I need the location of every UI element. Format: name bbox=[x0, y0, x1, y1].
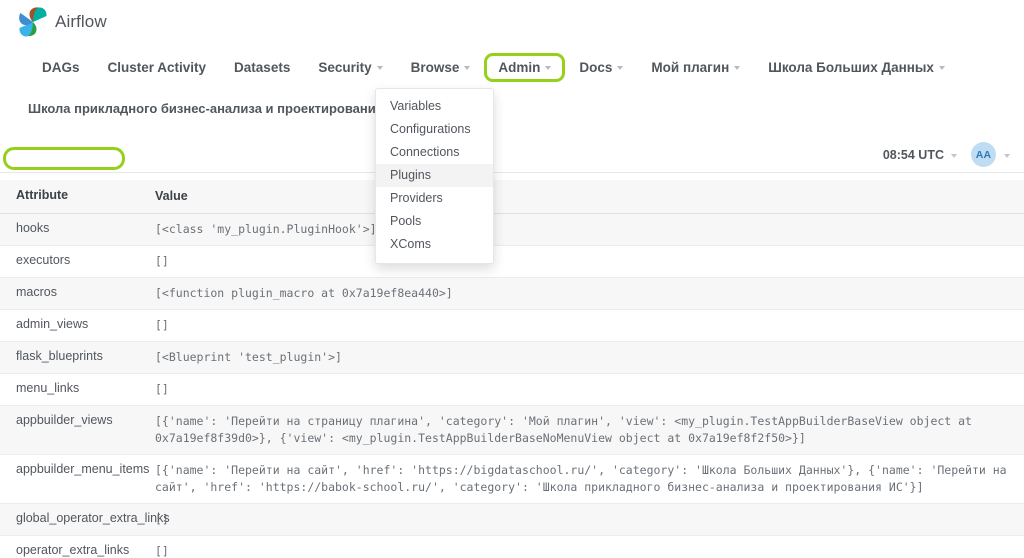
chevron-down-icon bbox=[734, 66, 740, 70]
clock-label: 08:54 UTC bbox=[883, 148, 944, 162]
cell-attribute: menu_links bbox=[0, 374, 155, 403]
dropdown-item-label: XComs bbox=[390, 237, 431, 251]
table-row: macros [<function plugin_macro at 0x7a19… bbox=[0, 278, 1024, 310]
admin-dropdown-menu: Variables Configurations Connections Plu… bbox=[375, 88, 494, 264]
cell-attribute: executors bbox=[0, 246, 155, 275]
airflow-pinwheel-icon bbox=[18, 6, 48, 38]
cell-attribute: hooks bbox=[0, 214, 155, 243]
dropdown-item-label: Connections bbox=[390, 145, 460, 159]
cell-value: [<function plugin_macro at 0x7a19ef8ea44… bbox=[155, 278, 1024, 309]
dropdown-item-providers[interactable]: Providers bbox=[376, 187, 493, 210]
column-header-attribute: Attribute bbox=[0, 180, 155, 211]
cell-attribute: appbuilder_menu_items bbox=[0, 455, 155, 484]
chevron-down-icon bbox=[1004, 154, 1010, 158]
dropdown-item-configurations[interactable]: Configurations bbox=[376, 118, 493, 141]
cell-attribute: macros bbox=[0, 278, 155, 307]
nav-item-label: Admin bbox=[498, 60, 540, 75]
table-row: executors [] bbox=[0, 246, 1024, 278]
nav-item-my-plugin[interactable]: Мой плагин bbox=[637, 53, 754, 82]
table-row: admin_views [] bbox=[0, 310, 1024, 342]
cell-attribute: operator_extra_links bbox=[0, 536, 155, 558]
table-row: appbuilder_views [{'name': 'Перейти на с… bbox=[0, 406, 1024, 455]
chevron-down-icon bbox=[545, 66, 551, 70]
plugins-table: Attribute Value hooks [<class 'my_plugin… bbox=[0, 180, 1024, 558]
cell-attribute: appbuilder_views bbox=[0, 406, 155, 435]
page-root: Airflow DAGs Cluster Activity Datasets S… bbox=[0, 0, 1024, 558]
dropdown-item-label: Providers bbox=[390, 191, 443, 205]
dropdown-item-pools[interactable]: Pools bbox=[376, 210, 493, 233]
user-menu[interactable]: AA bbox=[971, 142, 1010, 167]
column-header-value: Value bbox=[155, 180, 1024, 213]
table-row: global_operator_extra_links [] bbox=[0, 504, 1024, 536]
table-header-row: Attribute Value bbox=[0, 180, 1024, 214]
sub-header-title: Школа прикладного бизнес-анализа и проек… bbox=[28, 101, 406, 116]
dropdown-item-label: Plugins bbox=[390, 168, 431, 182]
chevron-down-icon bbox=[464, 66, 470, 70]
table-row: appbuilder_menu_items [{'name': 'Перейти… bbox=[0, 455, 1024, 504]
nav-item-label: Datasets bbox=[234, 60, 290, 75]
nav-item-dags[interactable]: DAGs bbox=[28, 53, 94, 82]
cell-value: [] bbox=[155, 504, 1024, 535]
table-row: operator_extra_links [] bbox=[0, 536, 1024, 558]
cell-value: [] bbox=[155, 310, 1024, 341]
avatar: AA bbox=[971, 142, 996, 167]
cell-value: [<class 'my_plugin.PluginHook'>] bbox=[155, 214, 1024, 245]
table-row: hooks [<class 'my_plugin.PluginHook'>] bbox=[0, 214, 1024, 246]
header-divider bbox=[0, 172, 1024, 173]
utility-bar: 08:54 UTC AA bbox=[883, 142, 1010, 167]
cell-attribute: flask_blueprints bbox=[0, 342, 155, 371]
chevron-down-icon bbox=[617, 66, 623, 70]
logo-bar: Airflow bbox=[0, 0, 1024, 46]
nav-item-label: Docs bbox=[579, 60, 612, 75]
cell-value: [{'name': 'Перейти на страницу плагина',… bbox=[155, 406, 1024, 454]
table-row: menu_links [] bbox=[0, 374, 1024, 406]
nav-items: DAGs Cluster Activity Datasets Security … bbox=[28, 48, 959, 86]
nav-item-label: DAGs bbox=[42, 60, 80, 75]
nav-item-label: Мой плагин bbox=[651, 60, 729, 75]
cell-value: [<Blueprint 'test_plugin'>] bbox=[155, 342, 1024, 373]
plugins-highlight-ring bbox=[3, 147, 125, 170]
timezone-selector[interactable]: 08:54 UTC bbox=[883, 148, 957, 162]
sub-header-menu[interactable]: Школа прикладного бизнес-анализа и проек… bbox=[28, 101, 418, 116]
nav-item-security[interactable]: Security bbox=[304, 53, 396, 82]
dropdown-item-label: Configurations bbox=[390, 122, 471, 136]
chevron-down-icon bbox=[377, 66, 383, 70]
sub-header: Школа прикладного бизнес-анализа и проек… bbox=[0, 95, 1024, 133]
nav-item-datasets[interactable]: Datasets bbox=[220, 53, 304, 82]
cell-attribute: global_operator_extra_links bbox=[0, 504, 155, 533]
brand-logo-link[interactable]: Airflow bbox=[18, 6, 107, 38]
nav-item-docs[interactable]: Docs bbox=[565, 53, 637, 82]
dropdown-item-variables[interactable]: Variables bbox=[376, 95, 493, 118]
brand-name: Airflow bbox=[55, 12, 107, 32]
chevron-down-icon bbox=[939, 66, 945, 70]
cell-value: [{'name': 'Перейти на сайт', 'href': 'ht… bbox=[155, 455, 1024, 503]
main-navigation: DAGs Cluster Activity Datasets Security … bbox=[0, 48, 1024, 86]
nav-item-browse[interactable]: Browse bbox=[397, 53, 485, 82]
nav-item-cluster-activity[interactable]: Cluster Activity bbox=[94, 53, 221, 82]
dropdown-item-xcoms[interactable]: XComs bbox=[376, 233, 493, 256]
dropdown-item-plugins[interactable]: Plugins bbox=[376, 164, 493, 187]
nav-item-label: Browse bbox=[411, 60, 460, 75]
dropdown-item-connections[interactable]: Connections bbox=[376, 141, 493, 164]
dropdown-item-label: Pools bbox=[390, 214, 421, 228]
nav-item-label: Cluster Activity bbox=[108, 60, 207, 75]
nav-item-label: Security bbox=[318, 60, 371, 75]
cell-value: [] bbox=[155, 374, 1024, 405]
cell-value: [] bbox=[155, 536, 1024, 558]
chevron-down-icon bbox=[951, 154, 957, 158]
nav-item-label: Школа Больших Данных bbox=[768, 60, 934, 75]
cell-value: [] bbox=[155, 246, 1024, 277]
nav-item-bigdataschool[interactable]: Школа Больших Данных bbox=[754, 53, 959, 82]
cell-attribute: admin_views bbox=[0, 310, 155, 339]
nav-item-admin[interactable]: Admin bbox=[484, 53, 565, 82]
dropdown-item-label: Variables bbox=[390, 99, 441, 113]
table-row: flask_blueprints [<Blueprint 'test_plugi… bbox=[0, 342, 1024, 374]
